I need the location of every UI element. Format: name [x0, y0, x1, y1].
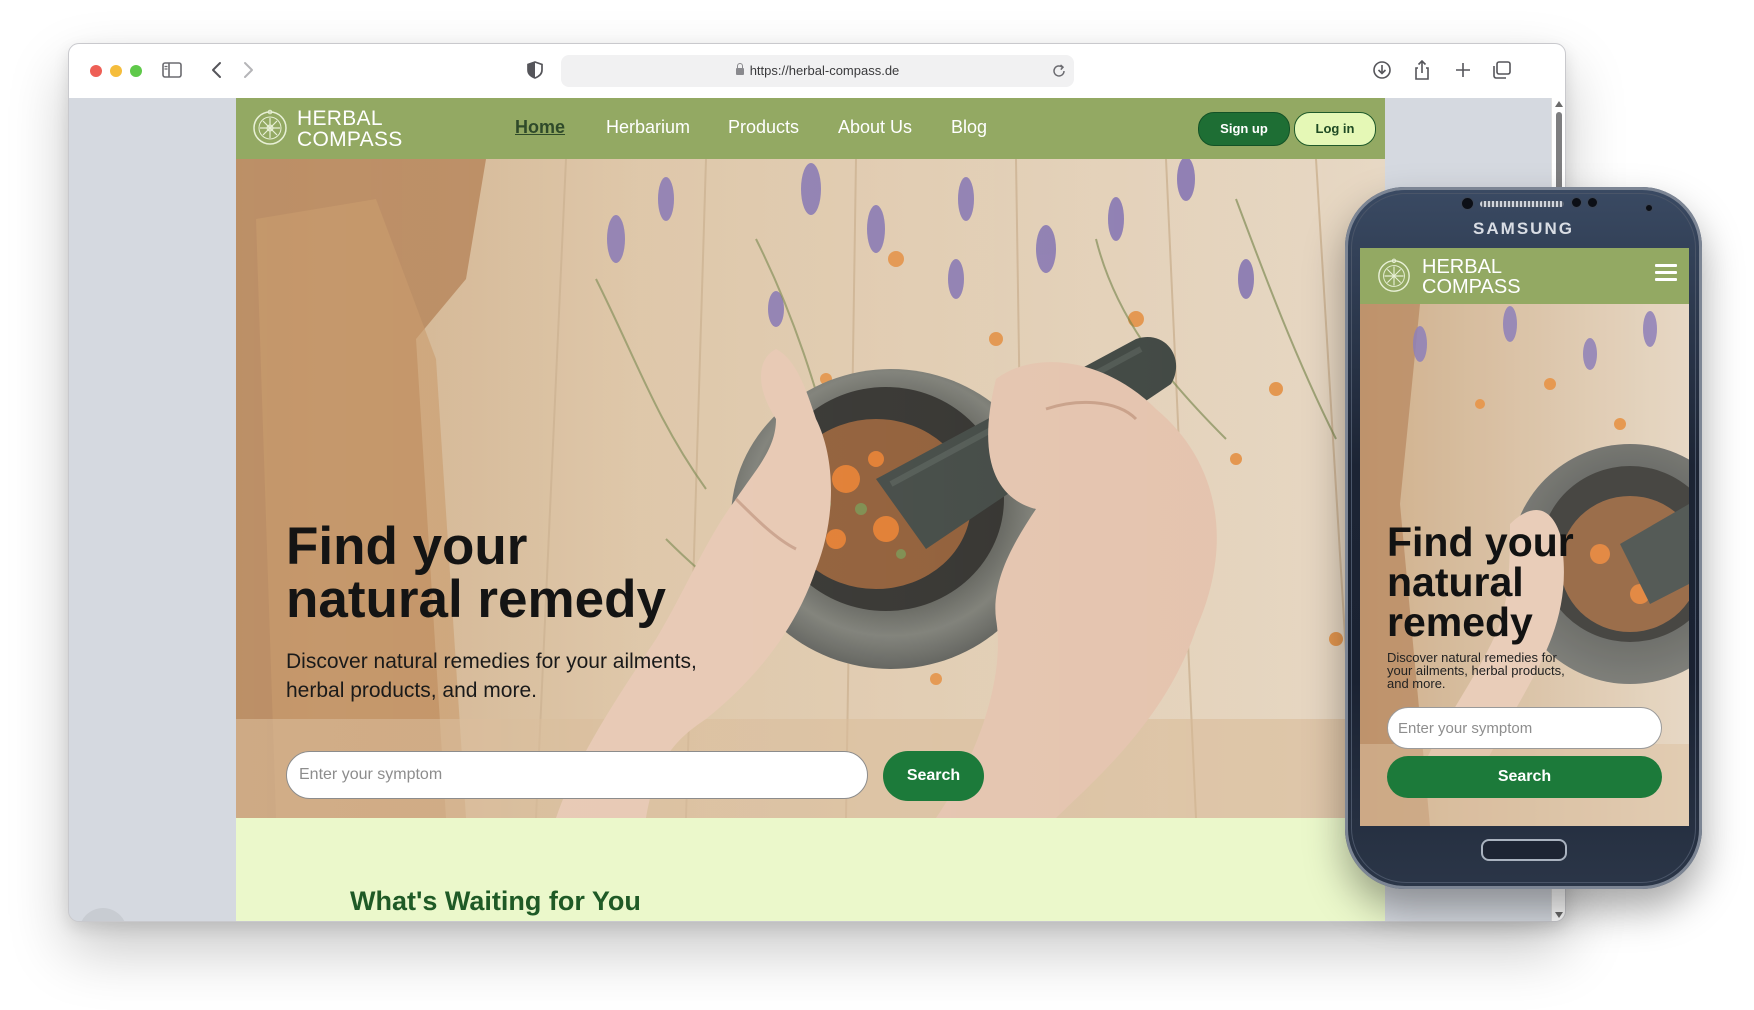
phone-home-button[interactable] [1481, 839, 1567, 861]
mobile-hero-subtitle: Discover natural remedies for your ailme… [1387, 650, 1565, 691]
nav-about-us[interactable]: About Us [838, 117, 912, 138]
reload-icon[interactable] [1050, 62, 1068, 80]
phone-screen: HERBAL COMPASS Find your natural remedy … [1360, 248, 1689, 826]
herbal-compass-site: HERBAL COMPASS Home Herbarium Products A… [236, 98, 1385, 921]
mobile-search-button[interactable]: Search [1387, 756, 1662, 798]
minimize-window-button[interactable] [110, 65, 122, 77]
phone-speaker [1480, 201, 1564, 207]
mobile-navbar: HERBAL COMPASS [1360, 248, 1689, 304]
url-display: https://herbal-compass.de [561, 63, 1074, 78]
section-heading: What's Waiting for You [350, 886, 641, 916]
tab-overview-icon[interactable] [1491, 60, 1515, 82]
mobile-logo-line-2: COMPASS [1422, 276, 1521, 298]
nav-blog[interactable]: Blog [951, 117, 987, 138]
logo-line-1: HERBAL [297, 107, 383, 130]
mobile-hero-title-line-2: natural [1387, 559, 1524, 605]
sidebar-icon[interactable] [161, 60, 185, 82]
site-logo-text[interactable]: HERBAL COMPASS [297, 108, 403, 150]
browser-viewport: HERBAL COMPASS Home Herbarium Products A… [69, 98, 1565, 921]
nav-home[interactable]: Home [515, 117, 565, 138]
mobile-symptom-search-input[interactable] [1387, 707, 1662, 749]
mobile-hero-title: Find your natural remedy [1387, 519, 1574, 645]
scroll-down-arrow[interactable] [1555, 912, 1563, 918]
share-icon[interactable] [1411, 60, 1435, 82]
hero-title: Find your natural remedy [286, 520, 666, 626]
hero-overlay [236, 159, 1385, 818]
zoom-window-button[interactable] [130, 65, 142, 77]
mobile-logo-text[interactable]: HERBAL COMPASS [1422, 257, 1521, 297]
nav-herbarium[interactable]: Herbarium [606, 117, 690, 138]
close-window-button[interactable] [90, 65, 102, 77]
floating-overlay-circle [79, 908, 127, 921]
phone-mockup: SAMSUNG HERBAL COMPASS Find your natural… [1345, 187, 1702, 889]
hero-subtitle: Discover natural remedies for your ailme… [286, 650, 697, 702]
logo-line-2: COMPASS [297, 128, 403, 151]
mobile-hero-title-line-1: Find your [1387, 519, 1574, 565]
new-tab-icon[interactable] [1452, 60, 1476, 82]
mobile-logo-line-1: HERBAL [1422, 256, 1503, 278]
compass-logo-icon[interactable] [251, 109, 289, 147]
browser-toolbar: https://herbal-compass.de [69, 44, 1565, 99]
front-camera-icon [1461, 197, 1474, 210]
site-navbar: HERBAL COMPASS Home Herbarium Products A… [236, 98, 1385, 159]
hero-search-button[interactable]: Search [883, 751, 984, 801]
symptom-search-input[interactable] [286, 751, 868, 799]
privacy-shield-icon[interactable] [524, 60, 548, 82]
light-sensor [1587, 197, 1598, 208]
mobile-hero-title-line-3: remedy [1387, 599, 1533, 645]
url-text: https://herbal-compass.de [749, 63, 900, 78]
notification-led [1645, 204, 1653, 212]
forward-icon[interactable] [237, 60, 261, 82]
signup-button[interactable]: Sign up [1198, 112, 1290, 146]
mobile-hero-section: Find your natural remedy Discover natura… [1360, 304, 1689, 826]
hero-title-line-1: Find your [286, 517, 528, 576]
mobile-compass-logo-icon[interactable] [1376, 258, 1412, 294]
lock-icon [735, 63, 744, 75]
hamburger-menu-icon[interactable] [1655, 264, 1677, 282]
nav-products[interactable]: Products [728, 117, 799, 138]
login-button[interactable]: Log in [1294, 112, 1376, 146]
phone-brand: SAMSUNG [1473, 219, 1574, 238]
browser-window: https://herbal-compass.de HERBAL COMPASS… [68, 43, 1566, 922]
proximity-sensor [1571, 197, 1582, 208]
hero-title-line-2: natural remedy [286, 570, 666, 629]
download-icon[interactable] [1371, 60, 1395, 82]
scroll-up-arrow[interactable] [1555, 101, 1563, 107]
address-bar[interactable]: https://herbal-compass.de [561, 55, 1074, 87]
hero-section: Find your natural remedy Discover natura… [236, 159, 1385, 818]
scroll-thumb[interactable] [1556, 112, 1562, 194]
back-icon[interactable] [207, 60, 231, 82]
